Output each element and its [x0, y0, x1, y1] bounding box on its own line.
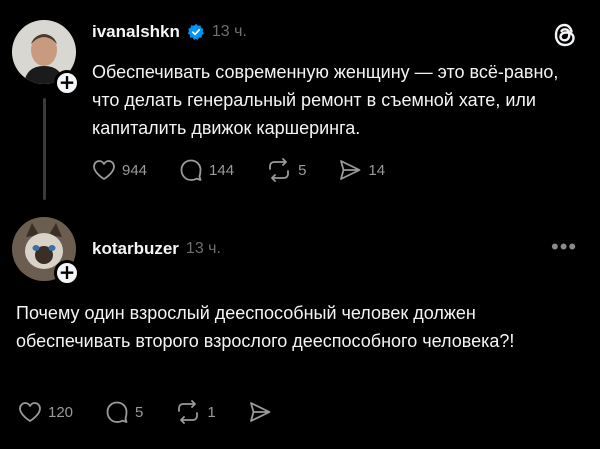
- like-count: 120: [48, 403, 74, 421]
- post-time: 13 ч.: [185, 240, 221, 257]
- repost-icon: [178, 400, 199, 424]
- send-icon: [340, 160, 361, 180]
- like-button[interactable]: 944: [92, 159, 147, 181]
- username[interactable]: ivanalshkn: [92, 22, 180, 42]
- repost-button[interactable]: 5: [266, 158, 306, 182]
- post-text: Почему один взрослый дееспособный челове…: [16, 303, 515, 351]
- comment-count: 5: [135, 403, 144, 421]
- threads-logo-icon[interactable]: [552, 22, 578, 48]
- post-time: 13 ч.: [211, 23, 247, 40]
- comment-button[interactable]: 144: [179, 158, 234, 182]
- follow-plus-button[interactable]: +: [54, 260, 80, 286]
- share-count: 14: [368, 161, 386, 179]
- repost-button[interactable]: 1: [175, 400, 216, 424]
- comment-bubble-icon: [106, 401, 128, 423]
- send-icon: [249, 402, 271, 422]
- like-count: 944: [122, 161, 148, 179]
- post-text: Обеспечивать современную женщину — это в…: [92, 62, 559, 138]
- thread-connector-line: [43, 98, 46, 200]
- heart-icon: [19, 402, 41, 422]
- username[interactable]: kotarbuzer: [92, 239, 179, 259]
- repost-count: 1: [207, 403, 216, 421]
- repost-icon: [269, 158, 289, 182]
- repost-count: 5: [298, 161, 307, 179]
- verified-badge-icon: [187, 23, 204, 40]
- comment-count: 144: [209, 161, 235, 179]
- heart-icon: [93, 160, 115, 180]
- more-dots-icon[interactable]: •••: [551, 236, 577, 258]
- post-1: + ivanalshkn 13 ч. Обеспечивать современ…: [0, 0, 600, 215]
- comment-button[interactable]: 5: [105, 400, 143, 424]
- share-button[interactable]: [248, 400, 272, 424]
- comment-bubble-icon: [180, 159, 202, 181]
- post-2: + kotarbuzer 13 ч. ••• Почему один взрос…: [0, 215, 600, 449]
- follow-plus-button[interactable]: +: [54, 70, 80, 96]
- like-button[interactable]: 120: [18, 401, 73, 423]
- share-button[interactable]: 14: [338, 158, 385, 182]
